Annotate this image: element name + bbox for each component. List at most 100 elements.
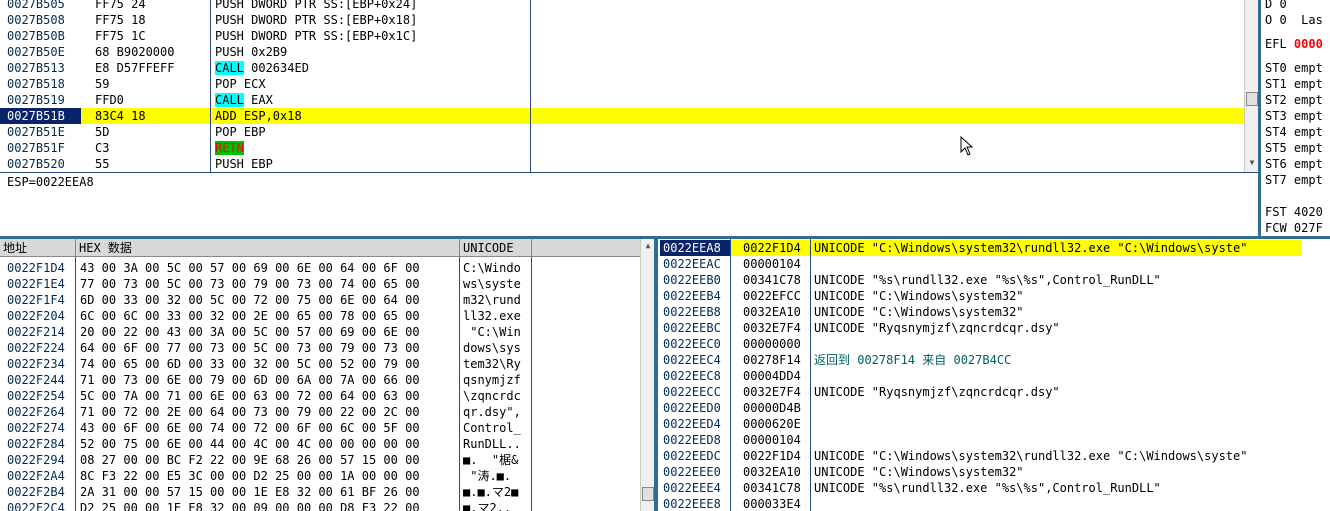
disasm-row[interactable]: 0027B50B FF75 1C PUSH DWORD PTR SS:[EBP+0x… xyxy=(0,28,1244,44)
disassembly-scroll-thumb[interactable] xyxy=(1246,92,1258,106)
dump-address: 0022F2C4 xyxy=(7,501,65,511)
disasm-operand: 002634ED xyxy=(243,61,309,75)
dump-unicode: "C:\Win xyxy=(463,325,521,339)
stack-row[interactable]: 0022EEE4 00341C78 UNICODE "%s\rundll32.exe… xyxy=(658,480,1330,496)
disasm-hex: FF75 1C xyxy=(95,29,146,43)
dump-row[interactable]: 0022F224 64 00 6F 00 77 00 73 00 5C 00 73… xyxy=(0,340,640,356)
register-name: EFL xyxy=(1265,37,1294,51)
stack-address: 0022EEAC xyxy=(663,257,721,271)
dump-scrollbar[interactable]: ▲ xyxy=(640,239,655,511)
register-line[interactable]: ST3 empt xyxy=(1265,108,1323,124)
dump-scroll-up-arrow-icon[interactable]: ▲ xyxy=(641,241,655,251)
register-line[interactable]: ST1 empt xyxy=(1265,76,1323,92)
register-line[interactable]: ST5 empt xyxy=(1265,140,1323,156)
stack-row[interactable]: 0022EEC0 00000000 xyxy=(658,336,1330,352)
dump-header-unicode[interactable]: UNICODE xyxy=(460,239,532,257)
dump-row[interactable]: 0022F1D4 43 00 3A 00 5C 00 57 00 69 00 6E… xyxy=(0,260,640,276)
memory-dump-pane[interactable]: 地址 HEX 数据 UNICODE 0022F1D4 43 00 3A 00 5C… xyxy=(0,239,640,511)
stack-comment xyxy=(811,416,1326,432)
stack-col-divider-1 xyxy=(730,239,731,511)
disasm-row[interactable]: 0027B518 59 POP ECX xyxy=(0,76,1244,92)
dump-hex: 5C 00 7A 00 71 00 6E 00 63 00 72 00 64 0… xyxy=(80,389,420,403)
stack-comment xyxy=(811,432,1326,448)
registers-pane[interactable]: D 0O 0 Las EFL 0000 ST0 empt ST1 empt ST2 em… xyxy=(1261,0,1330,238)
dump-row[interactable]: 0022F254 5C 00 7A 00 71 00 6E 00 63 00 72… xyxy=(0,388,640,404)
disasm-row[interactable]: 0027B51E 5D POP EBP xyxy=(0,124,1244,140)
disasm-address: 0027B50B xyxy=(7,29,65,43)
register-line[interactable]: FST 4020 xyxy=(1265,204,1323,220)
dump-row[interactable]: 0022F1E4 77 00 73 00 5C 00 73 00 79 00 73… xyxy=(0,276,640,292)
register-line[interactable]: ST0 empt xyxy=(1265,60,1323,76)
stack-row[interactable]: 0022EEB4 0022EFCC UNICODE "C:\Windows\syst… xyxy=(658,288,1330,304)
stack-row[interactable]: 0022EED8 00000104 xyxy=(658,432,1330,448)
dump-row[interactable]: 0022F2A4 8C F3 22 00 E5 3C 00 00 D2 25 00… xyxy=(0,468,640,484)
disasm-row[interactable]: 0027B51B 83C4 18 ADD ESP,0x18 xyxy=(0,108,1244,124)
dump-scroll-thumb[interactable] xyxy=(642,487,654,501)
disasm-address: 0027B519 xyxy=(7,93,65,107)
register-value: 0000 xyxy=(1293,37,1323,51)
stack-address: 0022EECC xyxy=(663,385,721,399)
dump-row[interactable]: 0022F1F4 6D 00 33 00 32 00 5C 00 72 00 75… xyxy=(0,292,640,308)
disasm-hex: FF75 24 xyxy=(95,0,146,11)
dump-row[interactable]: 0022F214 20 00 22 00 43 00 3A 00 5C 00 57… xyxy=(0,324,640,340)
stack-row[interactable]: 0022EEE0 0032EA10 UNICODE "C:\Windows\syst… xyxy=(658,464,1330,480)
dump-row[interactable]: 0022F234 74 00 65 00 6D 00 33 00 32 00 5C… xyxy=(0,356,640,372)
stack-row[interactable]: 0022EEB0 00341C78 UNICODE "%s\rundll32.exe… xyxy=(658,272,1330,288)
dump-address: 0022F294 xyxy=(7,453,65,467)
disasm-row[interactable]: 0027B50E 68 B9020000 PUSH 0x2B9 xyxy=(0,44,1244,60)
disasm-instruction: POP ECX xyxy=(215,77,266,91)
stack-row[interactable]: 0022EEDC 0022F1D4 UNICODE "C:\Windows\syst… xyxy=(658,448,1330,464)
disasm-address: 0027B520 xyxy=(7,157,65,171)
disasm-row[interactable]: 0027B520 55 PUSH EBP xyxy=(0,156,1244,172)
register-line[interactable]: EFL 0000 xyxy=(1265,36,1323,52)
stack-row[interactable]: 0022EEC8 00004DD4 xyxy=(658,368,1330,384)
dump-unicode: RunDLL.. xyxy=(463,437,521,451)
register-line[interactable]: ST6 empt xyxy=(1265,156,1323,172)
dump-row[interactable]: 0022F294 08 27 00 00 BC F2 22 00 9E 68 26… xyxy=(0,452,640,468)
stack-row[interactable]: 0022EEBC 0032E7F4 UNICODE "Ryqsnymjzf\zqnc… xyxy=(658,320,1330,336)
dump-row[interactable]: 0022F274 43 00 6F 00 6E 00 74 00 72 00 6F… xyxy=(0,420,640,436)
disasm-address: 0027B513 xyxy=(7,61,65,75)
register-line[interactable]: O 0 Las xyxy=(1265,12,1323,28)
disasm-row[interactable]: 0027B519 FFD0 CALL EAX xyxy=(0,92,1244,108)
dump-unicode: ■.■.マ2■ xyxy=(463,485,519,499)
stack-comment: UNICODE "%s\rundll32.exe "%s\%s",Control… xyxy=(814,273,1161,287)
disasm-instruction: ADD ESP,0x18 xyxy=(215,109,302,123)
stack-row[interactable]: 0022EEE8 000033E4 xyxy=(658,496,1330,511)
register-line[interactable]: ST4 empt xyxy=(1265,124,1323,140)
dump-unicode: C:\Windo xyxy=(463,261,521,275)
register-line[interactable]: FCW 027F xyxy=(1265,220,1323,236)
disasm-row[interactable]: 0027B505 FF75 24 PUSH DWORD PTR SS:[EBP+0x… xyxy=(0,0,1244,12)
disasm-row[interactable]: 0027B51F C3 RETN xyxy=(0,140,1244,156)
disasm-hex: 59 xyxy=(95,77,110,91)
register-line[interactable]: D 0 xyxy=(1265,0,1287,12)
dump-row[interactable]: 0022F284 52 00 75 00 6E 00 44 00 4C 00 4C… xyxy=(0,436,640,452)
disassembly-pane[interactable]: 0027B505 FF75 24 PUSH DWORD PTR SS:[EBP+0x… xyxy=(0,0,1244,172)
dump-row[interactable]: 0022F264 71 00 72 00 2E 00 64 00 73 00 79… xyxy=(0,404,640,420)
stack-address: 0022EED4 xyxy=(663,417,721,431)
dump-unicode: qr.dsy", xyxy=(463,405,521,419)
register-line[interactable]: ST7 empt xyxy=(1265,172,1323,188)
dump-header-address[interactable]: 地址 xyxy=(0,239,76,257)
disassembly-scrollbar[interactable]: ▼ xyxy=(1244,0,1259,172)
stack-row[interactable]: 0022EEC4 00278F14 返回到 00278F14 来自 0027B4CC xyxy=(658,352,1330,368)
scroll-down-arrow-icon[interactable]: ▼ xyxy=(1245,158,1259,168)
dump-row[interactable]: 0022F204 6C 00 6C 00 33 00 32 00 2E 00 65… xyxy=(0,308,640,324)
stack-row[interactable]: 0022EEB8 0032EA10 UNICODE "C:\Windows\syst… xyxy=(658,304,1330,320)
dump-row[interactable]: 0022F244 71 00 73 00 6E 00 79 00 6D 00 6A… xyxy=(0,372,640,388)
register-line[interactable]: ST2 empt xyxy=(1265,92,1323,108)
dump-hex: 77 00 73 00 5C 00 73 00 79 00 73 00 74 0… xyxy=(80,277,420,291)
stack-row[interactable]: 0022EED4 0000620E xyxy=(658,416,1330,432)
dump-row[interactable]: 0022F2B4 2A 31 00 00 57 15 00 00 1E E8 32… xyxy=(0,484,640,500)
stack-row[interactable]: 0022EECC 0032E7F4 UNICODE "Ryqsnymjzf\zqnc… xyxy=(658,384,1330,400)
stack-comment: UNICODE "C:\Windows\system32" xyxy=(814,289,1024,303)
disasm-row[interactable]: 0027B508 FF75 18 PUSH DWORD PTR SS:[EBP+0x… xyxy=(0,12,1244,28)
dump-row[interactable]: 0022F2C4 D2 25 00 00 1E E8 32 00 09 00 00… xyxy=(0,500,640,511)
dump-header-hex[interactable]: HEX 数据 xyxy=(76,239,460,257)
disasm-row[interactable]: 0027B513 E8 D57FFEFF CALL 002634ED xyxy=(0,60,1244,76)
stack-row[interactable]: 0022EED0 00000D4B xyxy=(658,400,1330,416)
stack-pane[interactable]: 0022EEA8 0022F1D4 UNICODE "C:\Windows\syst… xyxy=(658,239,1330,511)
stack-row[interactable]: 0022EEA8 0022F1D4 UNICODE "C:\Windows\syst… xyxy=(658,240,1330,256)
stack-row[interactable]: 0022EEAC 00000104 xyxy=(658,256,1330,272)
dump-hex: 08 27 00 00 BC F2 22 00 9E 68 26 00 57 1… xyxy=(80,453,420,467)
